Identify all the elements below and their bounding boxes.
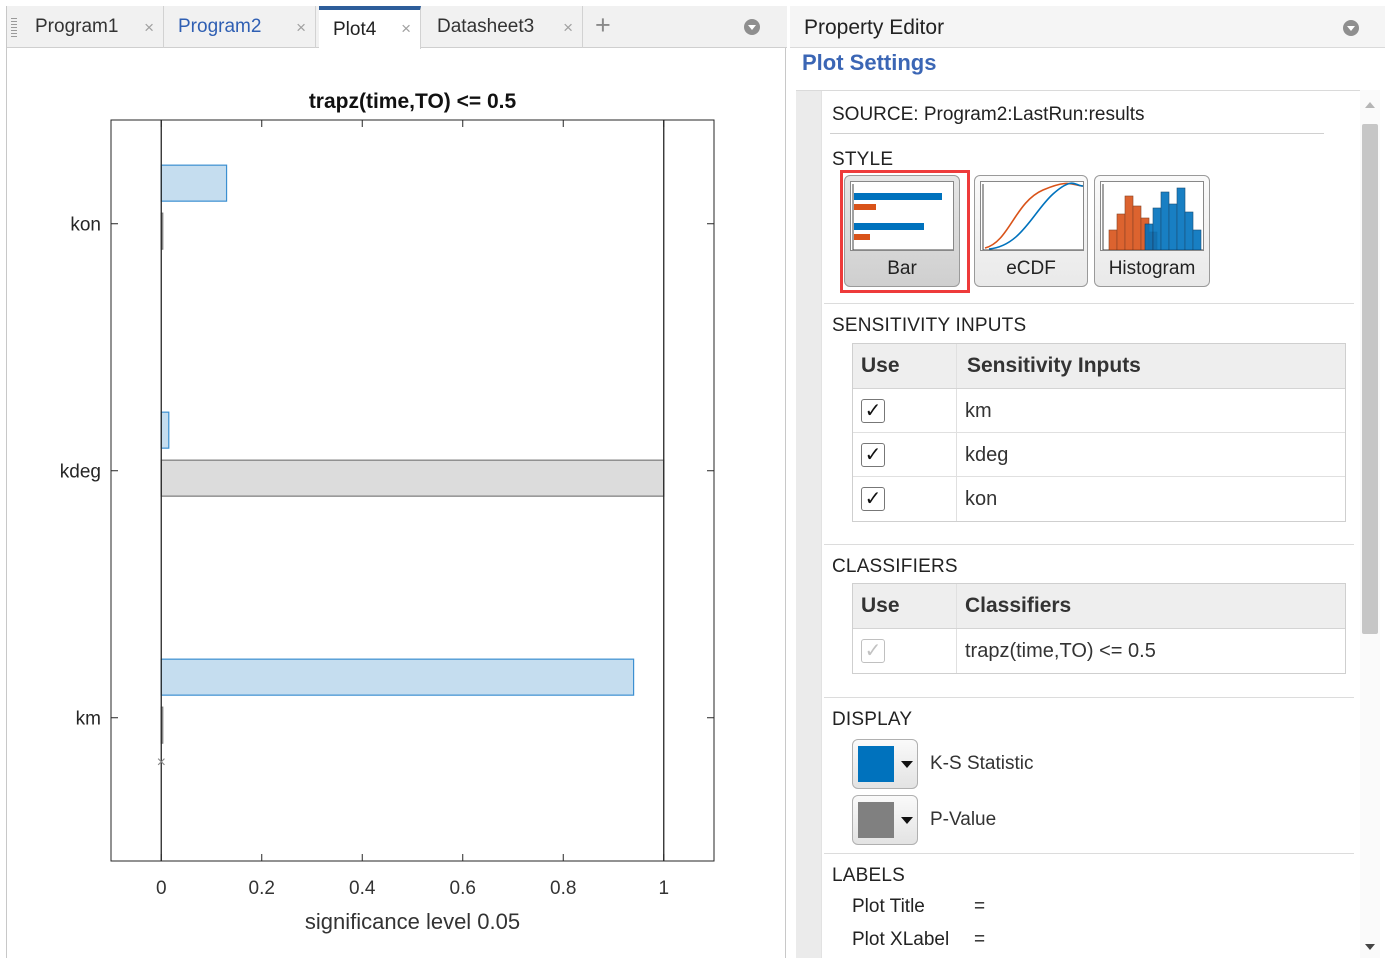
use-checkbox[interactable]: ✓ — [861, 443, 885, 467]
x-tick-label: 1 — [658, 878, 669, 899]
column-header-use: Use — [861, 594, 900, 617]
marker-x-icon: × — [157, 754, 166, 771]
x-tick-label: 0.2 — [249, 878, 275, 899]
style-label: eCDF — [1006, 258, 1056, 279]
source-label: SOURCE: Program2:LastRun:results — [832, 104, 1145, 125]
x-tick-label: 0.8 — [550, 878, 576, 899]
plot-title-label: Plot Title — [852, 896, 925, 917]
column-divider — [956, 629, 957, 673]
color-swatch — [858, 746, 894, 782]
table-row: ✓ kdeg — [853, 433, 1345, 477]
bar-km-ks — [160, 658, 635, 696]
p-value-color-picker[interactable] — [852, 795, 918, 845]
chevron-down-icon — [901, 761, 913, 768]
input-name: kon — [965, 488, 998, 510]
ks-statistic-label: K-S Statistic — [930, 753, 1034, 774]
scroll-down-icon[interactable] — [1365, 944, 1375, 950]
column-divider — [956, 389, 957, 432]
table-row: ✓ kon — [853, 477, 1345, 521]
document-pane: Program1 × Program2 × Plot4 × Datasheet3… — [6, 6, 787, 958]
vertical-scrollbar[interactable] — [1360, 90, 1380, 958]
chevron-down-icon — [901, 817, 913, 824]
input-name: kdeg — [965, 444, 1009, 466]
divider — [824, 697, 1354, 698]
sensitivity-inputs-table: Use Sensitivity Inputs ✓ km ✓ kdeg ✓ kon — [852, 343, 1346, 522]
property-editor-header: Property Editor — [790, 6, 1385, 48]
table-row: ✓ trapz(time,TO) <= 0.5 — [853, 629, 1345, 673]
use-checkbox[interactable]: ✓ — [861, 487, 885, 511]
x-tick-label: 0 — [156, 878, 167, 899]
equals-sign: = — [974, 896, 986, 917]
table-header: Use Classifiers — [853, 584, 1345, 629]
scroll-up-icon[interactable] — [1365, 102, 1375, 108]
panel-menu-icon[interactable] — [1343, 20, 1359, 36]
plot-title-row[interactable]: Plot Title = — [852, 896, 985, 918]
plot-xlabel-label: Plot XLabel — [852, 929, 950, 950]
settings-scroll-area: SOURCE: Program2:LastRun:results STYLE B… — [796, 90, 1364, 958]
style-histogram-button[interactable]: Histogram — [1094, 175, 1210, 287]
style-ecdf-button[interactable]: eCDF — [974, 175, 1088, 287]
sensitivity-section-label: SENSITIVITY INPUTS — [832, 315, 1027, 336]
settings-content: SOURCE: Program2:LastRun:results STYLE B… — [824, 91, 1354, 958]
column-divider — [956, 584, 957, 628]
color-swatch — [858, 802, 894, 838]
plot-settings-title: Plot Settings — [802, 50, 937, 75]
x-axis-label: significance level 0.05 — [305, 909, 520, 934]
y-tick-label: kdeg — [60, 462, 101, 483]
ks-statistic-color-picker[interactable] — [852, 739, 918, 789]
column-header-name: Sensitivity Inputs — [967, 354, 1141, 377]
use-checkbox[interactable]: ✓ — [861, 399, 885, 423]
display-section-label: DISPLAY — [832, 709, 913, 730]
x-tick-label: 0.6 — [450, 878, 476, 899]
input-name: km — [965, 400, 992, 422]
equals-sign: = — [974, 929, 986, 950]
classifiers-table: Use Classifiers ✓ trapz(time,TO) <= 0.5 — [852, 583, 1346, 674]
labels-section-label: LABELS — [832, 865, 906, 886]
scrollbar-thumb[interactable] — [1362, 124, 1378, 634]
ecdf-style-thumbnail-icon — [980, 181, 1084, 251]
table-row: ✓ km — [853, 389, 1345, 433]
sensitivity-bar-chart: km kdeg kon 0 0.2 0.4 0.6 0.8 1 × trapz(time,TO) <… — [60, 90, 715, 934]
histogram-style-thumbnail-icon — [1100, 181, 1204, 251]
classifiers-section-label: CLASSIFIERS — [832, 556, 958, 577]
property-editor-panel: Property Editor Plot Settings SOURCE: Pr… — [790, 0, 1385, 958]
x-tick-label: 0.4 — [349, 878, 376, 899]
y-tick-label: km — [76, 709, 101, 730]
plot-xlabel-row[interactable]: Plot XLabel = — [852, 929, 985, 951]
divider — [824, 303, 1354, 304]
table-header: Use Sensitivity Inputs — [853, 344, 1345, 389]
bar-kdeg-pvalue — [160, 459, 665, 497]
app-window: Program1 × Program2 × Plot4 × Datasheet3… — [0, 0, 1385, 958]
column-divider — [956, 477, 957, 521]
classifier-name: trapz(time,TO) <= 0.5 — [965, 640, 1156, 662]
style-section-label: STYLE — [832, 149, 894, 170]
left-gutter — [796, 91, 822, 958]
column-header-name: Classifiers — [965, 594, 1072, 617]
column-header-use: Use — [861, 354, 900, 377]
bar-kdeg-ks — [160, 411, 170, 449]
panel-title: Property Editor — [804, 16, 945, 39]
divider — [824, 853, 1354, 854]
column-divider — [956, 344, 957, 388]
y-tick-label: kon — [70, 215, 101, 236]
plot-title: trapz(time,TO) <= 0.5 — [309, 90, 517, 113]
divider — [824, 544, 1354, 545]
use-checkbox: ✓ — [861, 639, 885, 663]
selection-highlight — [840, 170, 970, 293]
p-value-label: P-Value — [930, 809, 997, 830]
column-divider — [956, 433, 957, 476]
style-label: Histogram — [1108, 258, 1196, 279]
bar-kon-ks — [160, 164, 228, 202]
divider — [830, 133, 1324, 134]
